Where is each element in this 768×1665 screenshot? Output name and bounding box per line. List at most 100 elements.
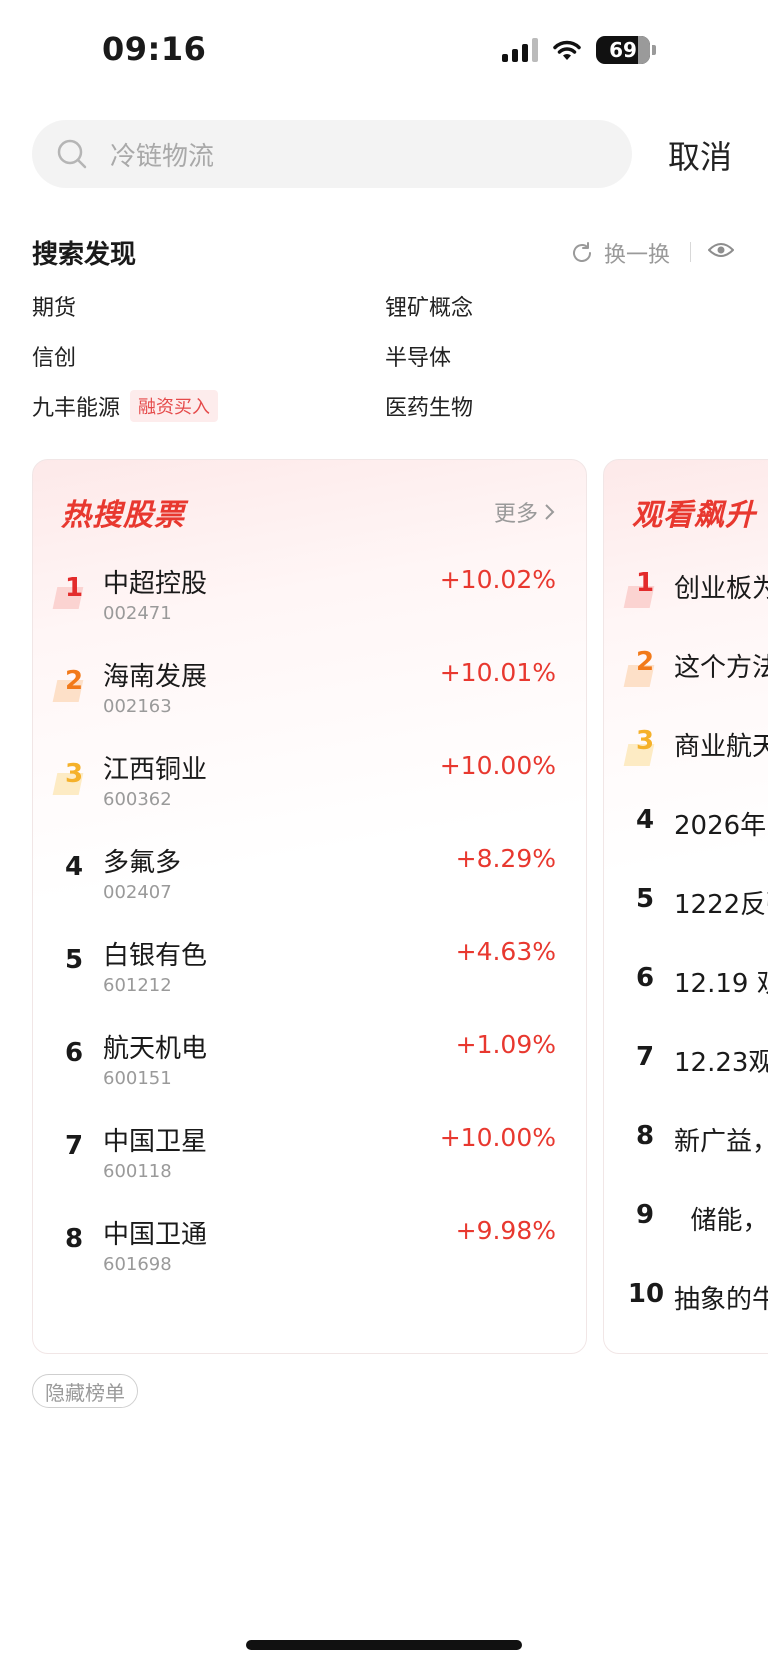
rank-number: 2 [64,666,84,696]
hide-ranking-button[interactable]: 隐藏榜单 [32,1374,138,1408]
rank-number: 10 [627,1279,665,1309]
refresh-button[interactable]: 换一换 [570,237,670,269]
stock-code: 600362 [103,789,172,810]
battery-icon: 69 [596,36,656,64]
watch-item-title: 这个方法 [674,653,768,683]
stock-code: 600118 [103,1161,172,1182]
watch-item-title: 抽象的牛 [674,1285,768,1315]
watch-item-title: 创业板为 [674,574,768,604]
eye-icon[interactable] [708,240,734,260]
stock-change: +10.01% [439,658,556,687]
stock-name: 航天机电 [103,1034,208,1064]
stock-row[interactable]: 1 中超控股 002471 +10.02% [33,563,586,643]
stock-name: 江西铜业 [103,755,208,785]
rank-number: 1 [64,573,84,603]
watch-row[interactable]: 8 新广益， [604,1119,768,1199]
stock-name: 海南发展 [103,662,208,692]
refresh-label: 换一换 [604,243,671,268]
stock-name: 白银有色 [103,941,208,971]
rank-number: 9 [635,1200,655,1230]
cellular-signal-icon [502,38,538,62]
watch-row[interactable]: 2 这个方法 [604,645,768,725]
cancel-button[interactable]: 取消 [668,132,732,178]
discovery-item[interactable]: 信创 [32,340,76,372]
status-icons: 69 [502,36,656,64]
stock-code: 002471 [103,603,172,624]
stock-change: +10.00% [439,1123,556,1152]
watch-row[interactable]: 1 创业板为 [604,566,768,646]
refresh-icon [573,242,591,262]
discovery-item[interactable]: 九丰能源 融资买入 [32,390,219,422]
discovery-item[interactable]: 锂矿概念 [385,290,473,322]
discovery-item-label: 医药生物 [385,396,474,421]
stock-change: +4.63% [455,937,556,966]
search-icon [57,139,87,169]
rank-number: 8 [635,1121,655,1151]
stock-name: 中超控股 [103,569,208,599]
stock-change: +9.98% [455,1216,556,1245]
hot-stocks-title: 热搜股票 [61,498,185,533]
stock-name: 中国卫通 [103,1220,208,1250]
stock-row[interactable]: 7 中国卫星 600118 +10.00% [33,1121,586,1201]
watch-row[interactable]: 6 12.19 观 [604,961,768,1041]
chevron-right-icon [545,504,555,520]
search-input[interactable]: 冷链物流 [32,120,632,188]
watch-row[interactable]: 3 商业航天 [604,724,768,804]
rank-number: 3 [64,759,84,789]
stock-name: 中国卫星 [103,1127,208,1157]
rank-number: 5 [64,945,84,975]
status-time: 09:16 [102,30,207,68]
rank-number: 4 [635,805,655,835]
hot-stocks-card: 热搜股票 更多 1 中超控股 002471 +10.02% 2 海南发展 002… [32,459,587,1354]
discovery-item[interactable]: 医药生物 [385,390,473,422]
rank-number: 7 [64,1131,84,1161]
search-discovery-title: 搜索发现 [32,240,137,270]
more-button[interactable]: 更多 [494,496,556,528]
stock-code: 002163 [103,696,172,717]
stock-name: 多氟多 [103,848,182,878]
discovery-item-label: 九丰能源 [32,396,121,421]
stock-change: +10.00% [439,751,556,780]
stock-change: +10.02% [439,565,556,594]
stock-code: 002407 [103,882,172,903]
watch-item-title: 12.23观 [674,1048,768,1078]
search-placeholder: 冷链物流 [110,141,215,172]
rank-number: 2 [635,647,655,677]
stock-code: 601698 [103,1254,172,1275]
watch-item-title: 1222反弹 [674,890,768,920]
watch-row[interactable]: 7 12.23观 [604,1040,768,1120]
more-label: 更多 [493,502,538,527]
discovery-item-label: 期货 [32,296,77,321]
divider [690,242,691,262]
discovery-item-label: 锂矿概念 [385,296,474,321]
rank-number: 1 [635,568,655,598]
watch-item-title: 2026年 [674,811,767,841]
discovery-item-label: 半导体 [385,346,452,371]
rank-number: 7 [635,1042,655,1072]
watch-row[interactable]: 4 2026年 [604,803,768,883]
stock-row[interactable]: 8 中国卫通 601698 +9.98% [33,1214,586,1294]
watch-item-title: 储能， [674,1206,768,1236]
discovery-item-label: 信创 [32,346,77,371]
home-indicator[interactable] [246,1640,522,1650]
stock-row[interactable]: 5 白银有色 601212 +4.63% [33,935,586,1015]
battery-level: 69 [609,38,637,62]
rank-number: 3 [635,726,655,756]
discovery-item[interactable]: 半导体 [385,340,451,372]
stock-row[interactable]: 3 江西铜业 600362 +10.00% [33,749,586,829]
watch-rising-card: 观看飙升 1 创业板为 2 这个方法 3 商业航天 4 2026年 5 1222… [603,459,768,1354]
rank-number: 8 [64,1224,84,1254]
discovery-item[interactable]: 期货 [32,290,76,322]
wifi-icon [553,40,581,60]
rank-number: 4 [64,852,84,882]
stock-row[interactable]: 6 航天机电 600151 +1.09% [33,1028,586,1108]
stock-row[interactable]: 2 海南发展 002163 +10.01% [33,656,586,736]
watch-row[interactable]: 9 储能， [604,1198,768,1278]
rank-number: 6 [635,963,655,993]
stock-row[interactable]: 4 多氟多 002407 +8.29% [33,842,586,922]
stock-change: +1.09% [455,1030,556,1059]
watch-row[interactable]: 5 1222反弹 [604,882,768,962]
watch-item-title: 12.19 观 [674,969,768,999]
watch-row[interactable]: 10 抽象的牛 [604,1277,768,1353]
rank-number: 5 [635,884,655,914]
